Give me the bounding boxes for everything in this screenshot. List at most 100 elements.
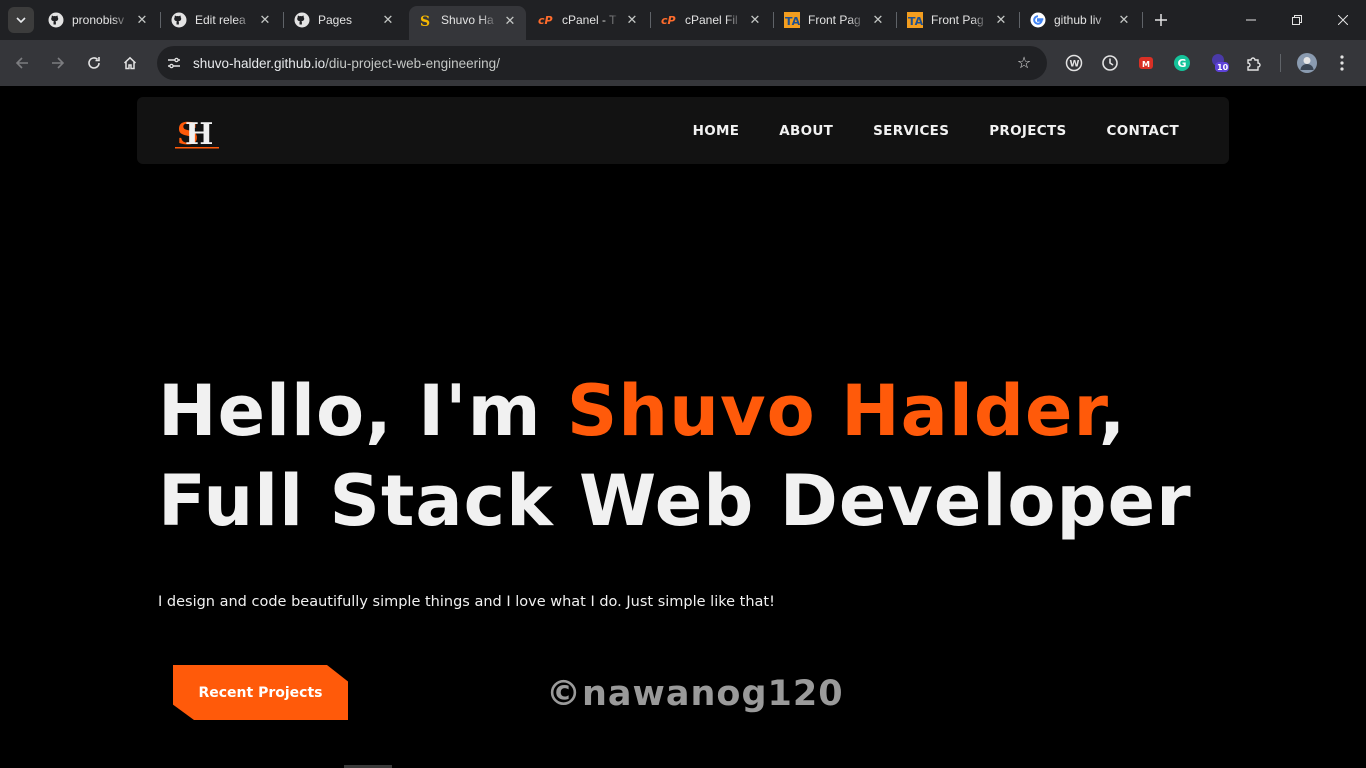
close-icon[interactable]: ✕ <box>134 12 150 28</box>
browser-tab-active[interactable]: S Shuvo Ha ✕ <box>409 6 526 40</box>
hero-heading: Hello, I'm Shuvo Halder, Full Stack Web D… <box>158 366 1258 546</box>
arrow-left-icon <box>15 57 28 69</box>
tab-title: cPanel Fil <box>685 13 738 27</box>
browser-menu-icon[interactable] <box>1331 52 1353 74</box>
site-navbar: S H HOME ABOUT SERVICES PROJECTS CONTACT <box>137 97 1229 164</box>
svg-text:G: G <box>1178 57 1187 70</box>
tab-title: Pages <box>318 13 353 27</box>
close-icon[interactable]: ✕ <box>747 12 763 28</box>
browser-tabstrip: pronobisv ✕ Edit relea ✕ Pages ✕ S Shuvo… <box>0 0 1366 40</box>
chevron-down-icon <box>16 17 26 23</box>
tab-title: Front Pag <box>931 13 984 27</box>
svg-text:TA: TA <box>908 15 923 28</box>
svg-text:W: W <box>1070 60 1080 70</box>
watermark-text: ©nawanog120 <box>546 674 844 714</box>
url-text: shuvo-halder.github.io/diu-project-web-e… <box>193 56 500 71</box>
hero-greeting: Hello, I'm <box>158 370 567 452</box>
extensions-puzzle-icon[interactable] <box>1243 52 1265 74</box>
recent-projects-button[interactable]: Recent Projects <box>173 665 348 720</box>
svg-text:cP: cP <box>661 14 676 27</box>
timer-extension-icon[interactable] <box>1099 52 1121 74</box>
tab-title: Edit relea <box>195 13 246 27</box>
reload-icon <box>88 57 100 69</box>
tab-divider <box>1019 12 1020 28</box>
ta-icon: TA <box>784 12 800 28</box>
counter-extension-icon[interactable]: 10 <box>1209 52 1231 74</box>
svg-text:TA: TA <box>785 15 800 28</box>
ta-icon: TA <box>907 12 923 28</box>
close-window-button[interactable] <box>1320 0 1366 40</box>
tab-title: pronobisv <box>72 13 125 27</box>
gmail-extension-icon[interactable]: M <box>1135 52 1157 74</box>
tab-title: Shuvo Ha <box>441 13 494 27</box>
browser-tab[interactable]: pronobisv ✕ <box>40 6 158 34</box>
nav-link-about[interactable]: ABOUT <box>779 123 833 139</box>
github-icon <box>171 12 187 28</box>
url-host: shuvo-halder.github.io <box>193 55 326 71</box>
grammarly-extension-icon[interactable]: G <box>1171 52 1193 74</box>
tab-divider <box>896 12 897 28</box>
minimize-icon <box>1246 19 1256 21</box>
plus-icon <box>1155 14 1167 26</box>
minimize-button[interactable] <box>1228 0 1274 40</box>
browser-tab[interactable]: TA Front Pag ✕ <box>899 6 1017 34</box>
browser-tab[interactable]: github liv ✕ <box>1022 6 1140 34</box>
close-icon[interactable]: ✕ <box>380 12 396 28</box>
svg-text:H: H <box>185 117 213 150</box>
nav-link-services[interactable]: SERVICES <box>873 123 949 139</box>
hero-name: Shuvo Halder <box>566 370 1099 452</box>
browser-toolbar: shuvo-halder.github.io/diu-project-web-e… <box>0 40 1366 86</box>
forward-button[interactable] <box>46 51 70 75</box>
web-page: S H HOME ABOUT SERVICES PROJECTS CONTACT… <box>0 86 1366 768</box>
cpanel-icon: cP <box>661 12 677 28</box>
browser-tab[interactable]: Pages ✕ <box>286 6 404 34</box>
nav-link-projects[interactable]: PROJECTS <box>989 123 1066 139</box>
browser-tab[interactable]: cP cPanel Fil ✕ <box>653 6 771 34</box>
browser-tab[interactable]: Edit relea ✕ <box>163 6 281 34</box>
home-button[interactable] <box>118 51 142 75</box>
tab-title: cPanel - T <box>562 13 617 27</box>
bookmark-star-icon[interactable]: ☆ <box>1015 54 1033 72</box>
browser-tab[interactable]: TA Front Pag ✕ <box>776 6 894 34</box>
toolbar-divider <box>1280 54 1281 72</box>
site-menu: HOME ABOUT SERVICES PROJECTS CONTACT <box>653 97 1179 164</box>
close-icon[interactable]: ✕ <box>624 12 640 28</box>
reload-button[interactable] <box>82 51 106 75</box>
tab-title: github liv <box>1054 13 1102 27</box>
arrow-right-icon <box>52 57 65 69</box>
site-info-icon[interactable] <box>162 51 186 75</box>
google-icon <box>1030 12 1046 28</box>
nav-link-contact[interactable]: CONTACT <box>1106 123 1179 139</box>
close-icon[interactable]: ✕ <box>870 12 886 28</box>
close-icon[interactable]: ✕ <box>1116 12 1132 28</box>
tab-divider <box>1142 12 1143 28</box>
nav-link-home[interactable]: HOME <box>693 123 740 139</box>
tab-divider <box>773 12 774 28</box>
svg-text:S: S <box>420 14 430 29</box>
hero-tagline: I design and code beautifully simple thi… <box>158 594 775 610</box>
svg-text:cP: cP <box>538 14 553 27</box>
new-tab-button[interactable] <box>1150 9 1172 31</box>
browser-tab[interactable]: cP cPanel - T ✕ <box>530 6 648 34</box>
address-bar[interactable]: shuvo-halder.github.io/diu-project-web-e… <box>157 46 1047 80</box>
restore-icon <box>1292 15 1302 25</box>
close-icon[interactable]: ✕ <box>502 13 518 29</box>
github-icon <box>48 12 64 28</box>
hero-role: Full Stack Web Developer <box>158 460 1192 542</box>
close-icon[interactable]: ✕ <box>993 12 1009 28</box>
hero-comma: , <box>1098 370 1127 452</box>
profile-avatar[interactable] <box>1296 52 1318 74</box>
tab-search-button[interactable] <box>8 7 34 33</box>
close-icon[interactable]: ✕ <box>257 12 273 28</box>
tab-divider <box>650 12 651 28</box>
tab-divider <box>283 12 284 28</box>
back-button[interactable] <box>10 51 34 75</box>
wordpress-extension-icon[interactable]: W <box>1063 52 1085 74</box>
site-s-icon: S <box>417 13 433 29</box>
cpanel-icon: cP <box>538 12 554 28</box>
restore-button[interactable] <box>1274 0 1320 40</box>
home-icon <box>123 56 137 70</box>
tab-title: Front Pag <box>808 13 861 27</box>
svg-text:10: 10 <box>1217 63 1229 72</box>
site-logo[interactable]: S H <box>173 114 221 152</box>
